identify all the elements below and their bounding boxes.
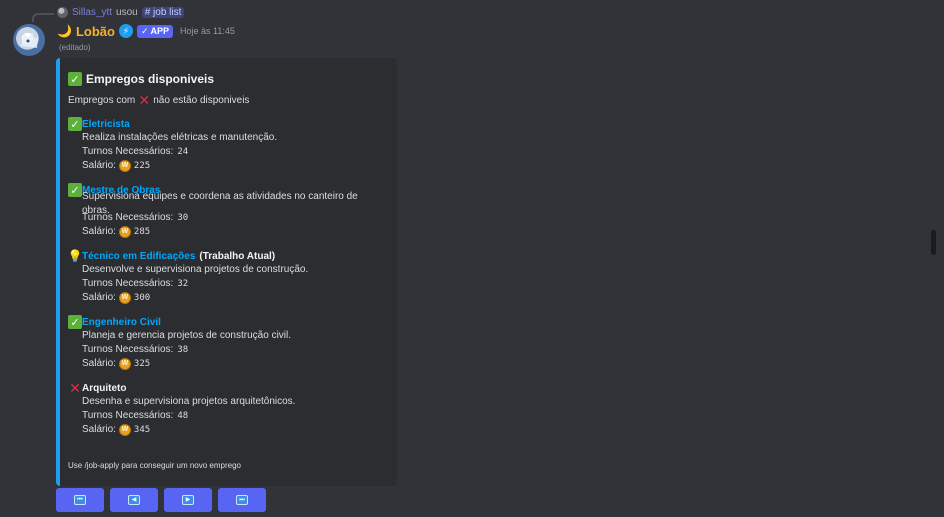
salary-label: Salário: <box>82 292 116 303</box>
job-salary: Salário: W 345 <box>68 423 387 437</box>
last-page-button[interactable]: ⏭ <box>218 488 266 512</box>
job-entry: ✓ Engenheiro Civil Planeja e gerencia proj… <box>68 315 387 371</box>
turns-value: 32 <box>177 279 189 289</box>
job-salary: Salário: W 325 <box>68 357 387 371</box>
embed-footer: Use /job-apply para conseguir um novo em… <box>68 461 241 470</box>
turns-value: 24 <box>177 147 189 157</box>
embed-title-text: Empregos disponiveis <box>86 72 215 86</box>
next-page-icon: ▶ <box>182 495 194 505</box>
reply-username[interactable]: Sillas_ytt <box>72 7 112 18</box>
salary-value: 225 <box>133 161 151 171</box>
salary-value: 325 <box>133 359 151 369</box>
jobs-list: ✓ Eletricista Realiza instalações elétrica… <box>68 117 387 437</box>
last-page-icon: ⏭ <box>236 495 248 505</box>
turns-value: 30 <box>177 213 189 223</box>
job-name[interactable]: Técnico em Edificações <box>82 251 195 262</box>
salary-label: Salário: <box>82 160 116 171</box>
coin-icon: W <box>118 424 131 436</box>
author-name[interactable]: Lobão <box>76 24 115 39</box>
bot-avatar[interactable] <box>13 24 45 56</box>
job-description: Realiza instalações elétricas e manutenç… <box>82 132 278 143</box>
job-entry: 💡 Técnico em Edificações (Trabalho Atual) D… <box>68 249 387 305</box>
job-entry: ✕ Arquiteto Desenha e supervisiona projeto… <box>68 381 387 437</box>
previous-page-icon: ◀ <box>128 495 140 505</box>
check-mark-icon: ✓ <box>68 315 82 329</box>
cross-mark-icon: ✕ <box>138 92 151 108</box>
edited-label: (editado) <box>59 43 91 52</box>
job-header: ✕ Arquiteto <box>68 381 387 395</box>
message-timestamp[interactable]: Hoje às 11:45 <box>180 26 235 36</box>
job-header: ✓ Engenheiro Civil <box>68 315 387 329</box>
turns-label: Turnos Necessários: <box>82 278 174 289</box>
job-name: Arquiteto <box>82 382 127 394</box>
job-description: Supervisiona equipes e coordena as ativi… <box>82 191 358 216</box>
light-bulb-icon: 💡 <box>67 249 83 263</box>
embed-title: ✓ Empregos disponiveis <box>68 70 387 88</box>
job-entry: ✓ Eletricista Realiza instalações elétrica… <box>68 117 387 173</box>
job-salary: Salário: W 225 <box>68 159 387 173</box>
command-chip[interactable]: # job list <box>141 6 185 18</box>
job-description: Desenvolve e supervisiona projetos de co… <box>82 264 309 275</box>
reply-connector <box>32 13 54 22</box>
reply-user-avatar[interactable] <box>57 6 68 18</box>
previous-page-button[interactable]: ◀ <box>110 488 158 512</box>
job-name[interactable]: Engenheiro Civil <box>82 317 161 328</box>
salary-value: 285 <box>133 227 151 237</box>
salary-value: 300 <box>133 293 151 303</box>
check-icon: ✓ <box>140 25 149 36</box>
check-mark-icon: ✓ <box>68 72 82 86</box>
salary-value: 345 <box>133 425 151 435</box>
wolf-icon <box>21 32 38 48</box>
check-mark-icon: ✓ <box>68 117 82 131</box>
job-name[interactable]: Eletricista <box>82 119 130 130</box>
coin-icon: W <box>118 160 131 172</box>
description-prefix: Empregos com <box>68 94 136 106</box>
job-description: Planeja e gerencia projetos de construçã… <box>82 330 292 341</box>
salary-label: Salário: <box>82 424 116 435</box>
message-header: 🌙 Lobão ⚡ ✓ APP Hoje às 11:45 <box>57 23 235 39</box>
salary-label: Salário: <box>82 226 116 237</box>
job-salary: Salário: W 285 <box>68 225 387 239</box>
cross-mark-icon: ✕ <box>69 380 81 396</box>
job-turns: Turnos Necessários: 32 <box>68 277 387 291</box>
embed-description: Empregos com ✕ não estão disponiveis <box>68 93 387 107</box>
app-badge: ✓ APP <box>136 24 174 38</box>
moon-icon: 🌙 <box>57 24 72 38</box>
reply-context[interactable]: Sillas_ytt usou # job list <box>57 5 185 19</box>
turns-label: Turnos Necessários: <box>82 344 174 355</box>
job-header: 💡 Técnico em Edificações (Trabalho Atual) <box>68 249 387 263</box>
turns-label: Turnos Necessários: <box>82 146 174 157</box>
coin-icon: W <box>118 292 131 304</box>
job-header: ✓ Eletricista <box>68 117 387 131</box>
turns-label: Turnos Necessários: <box>82 212 174 223</box>
job-turns: Turnos Necessários: 38 <box>68 343 387 357</box>
salary-label: Salário: <box>82 358 116 369</box>
turns-label: Turnos Necessários: <box>82 410 174 421</box>
coin-icon: W <box>118 226 131 238</box>
first-page-icon: ⏮ <box>74 495 86 505</box>
description-suffix: não estão disponiveis <box>153 94 250 106</box>
turns-value: 38 <box>177 345 189 355</box>
check-mark-icon: ✓ <box>68 183 82 197</box>
next-page-button[interactable]: ▶ <box>164 488 212 512</box>
current-job-tag: (Trabalho Atual) <box>199 250 276 262</box>
job-description: Desenha e supervisiona projetos arquitet… <box>82 396 296 407</box>
embed-card: ✓ Empregos disponiveis Empregos com ✕ nã… <box>56 58 397 486</box>
job-entry: ✓ Mestre de Obras Supervisiona equipes e c… <box>68 183 387 239</box>
reply-verb: usou <box>116 6 138 18</box>
turns-value: 48 <box>177 411 189 421</box>
job-salary: Salário: W 300 <box>68 291 387 305</box>
job-turns: Turnos Necessários: 48 <box>68 409 387 423</box>
scrollbar-thumb[interactable] <box>931 230 936 255</box>
bolt-icon: ⚡ <box>118 24 133 38</box>
first-page-button[interactable]: ⏮ <box>56 488 104 512</box>
app-badge-label: APP <box>150 26 170 36</box>
pagination-buttons: ⏮ ◀ ▶ ⏭ <box>56 488 266 512</box>
job-turns: Turnos Necessários: 24 <box>68 145 387 159</box>
coin-icon: W <box>118 358 131 370</box>
